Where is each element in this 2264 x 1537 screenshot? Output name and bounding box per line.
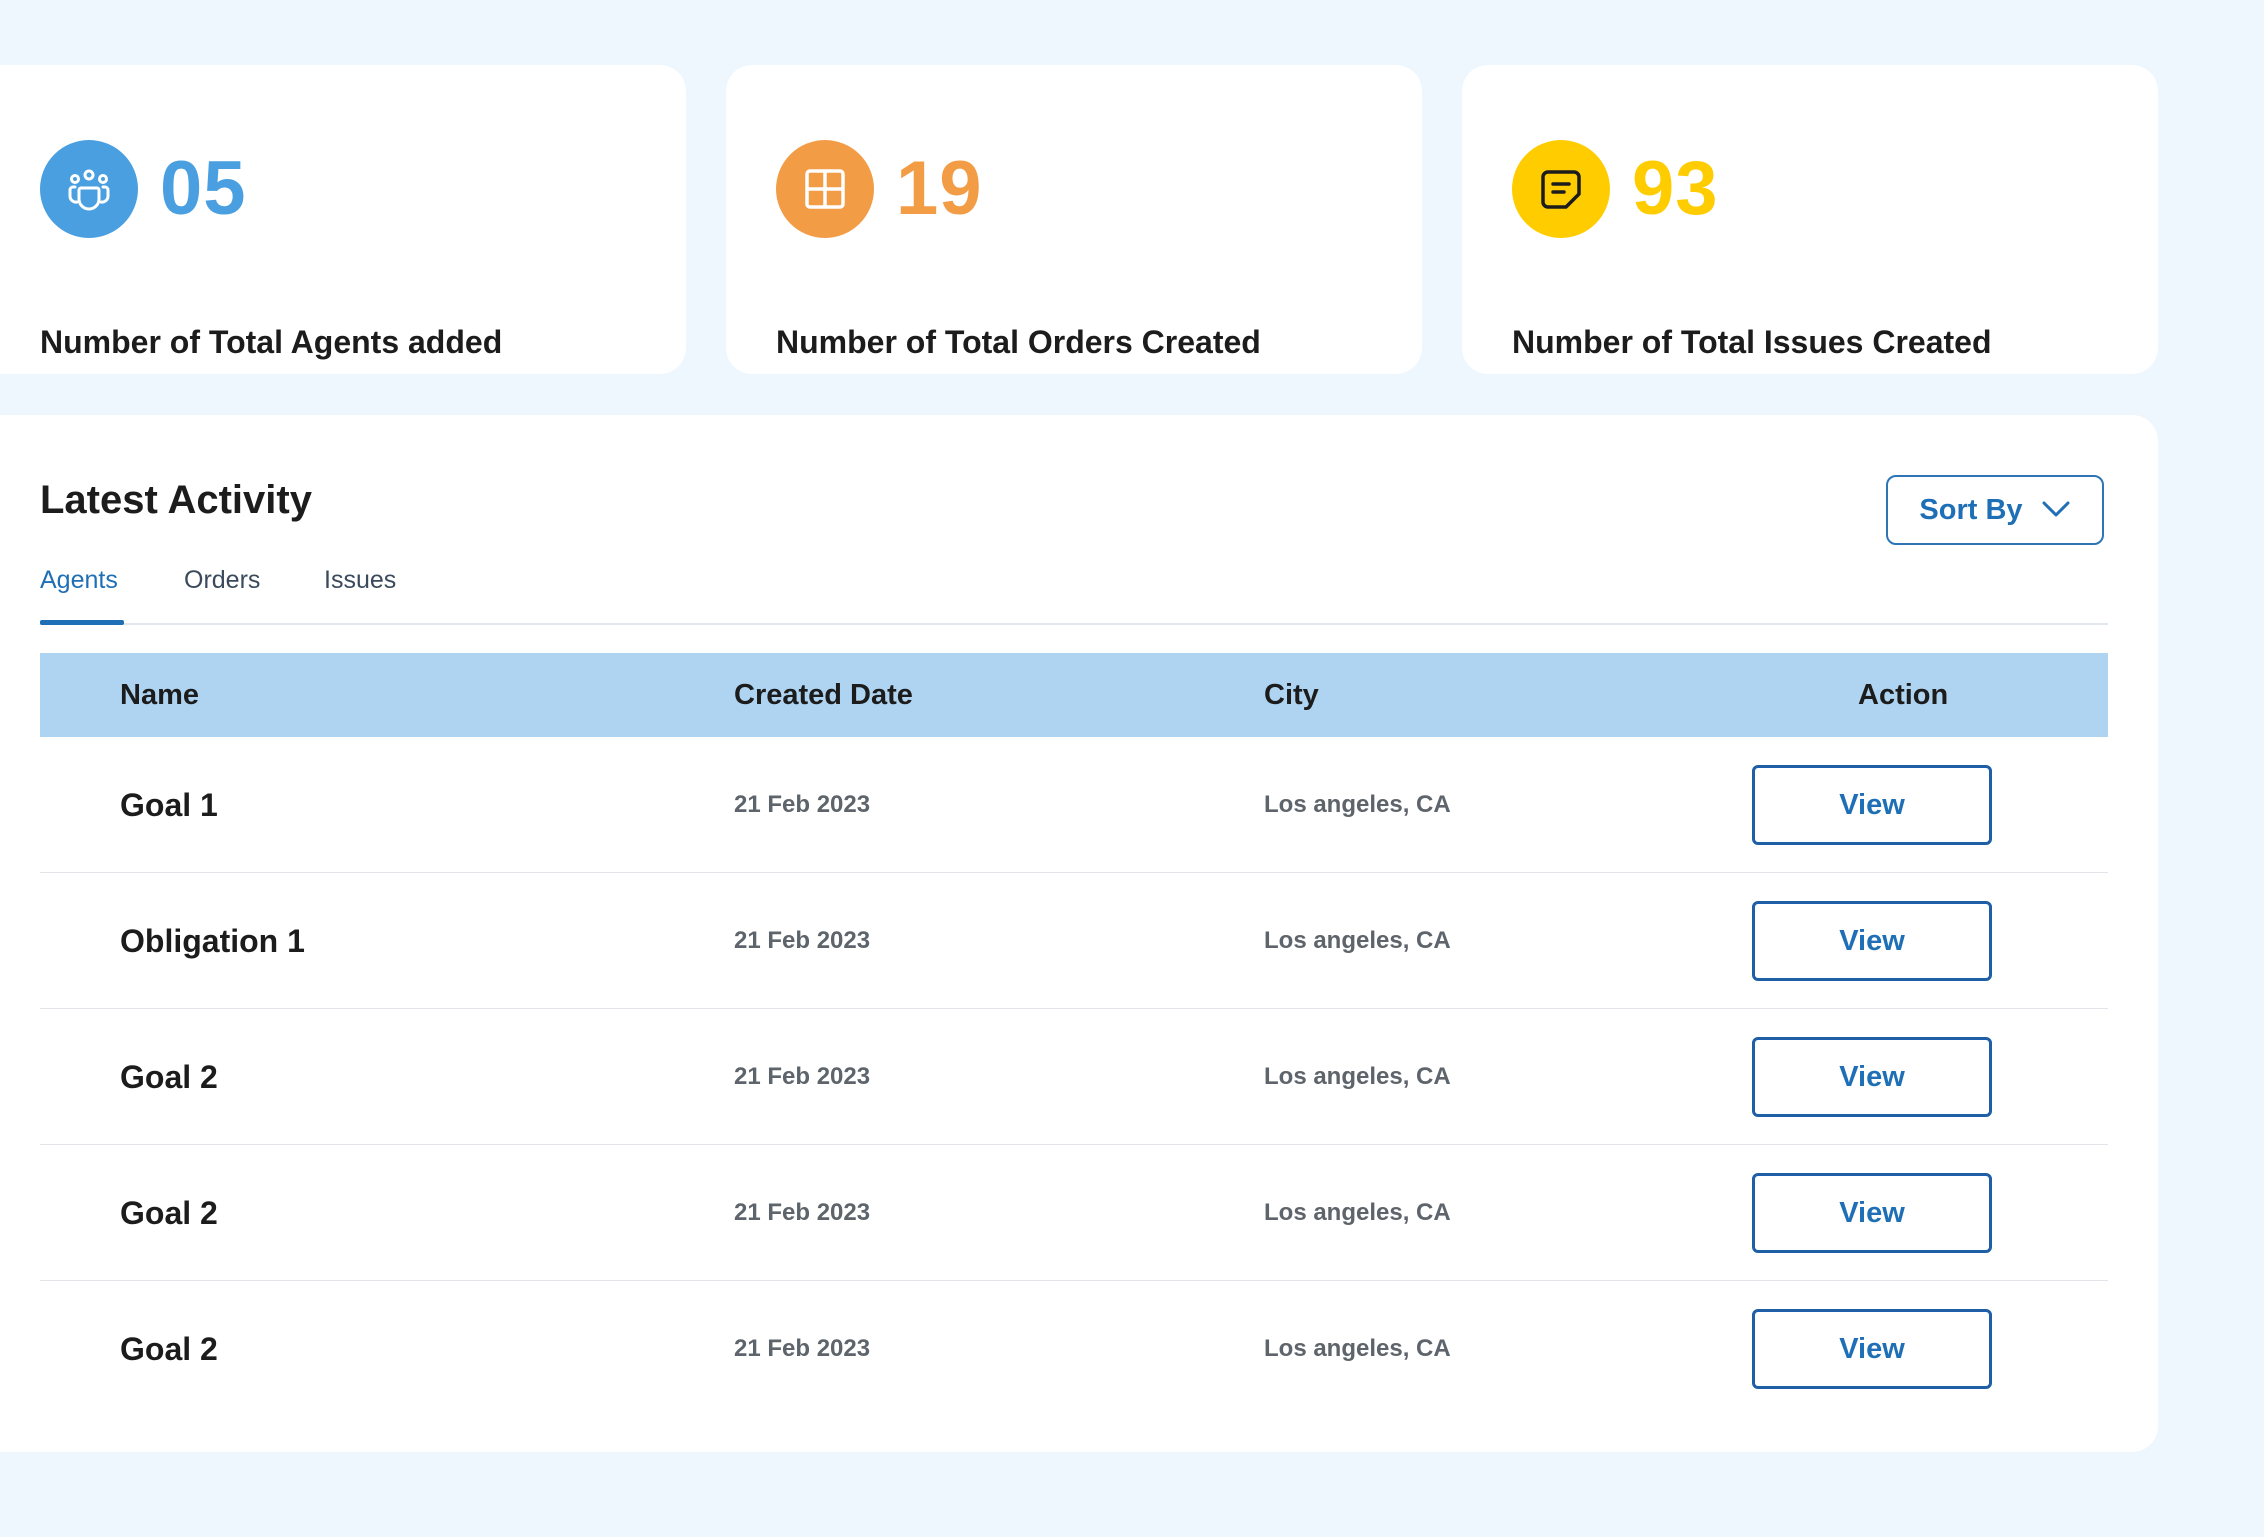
row-name: Goal 2 bbox=[120, 1059, 218, 1095]
activity-tabs: Agents Orders Issues bbox=[40, 555, 2108, 625]
view-button[interactable]: View bbox=[1752, 1037, 1992, 1117]
grid-icon bbox=[776, 140, 874, 238]
users-group-icon bbox=[40, 140, 138, 238]
view-button[interactable]: View bbox=[1752, 901, 1992, 981]
column-header-action: Action bbox=[1858, 679, 1949, 711]
view-button[interactable]: View bbox=[1752, 1173, 1992, 1253]
tab-orders[interactable]: Orders bbox=[184, 555, 260, 623]
row-city: Los angeles, CA bbox=[1264, 927, 1451, 954]
activity-table: Name Created Date City Action Goal 1 21 … bbox=[40, 653, 2108, 1416]
chevron-down-icon bbox=[2041, 500, 2071, 521]
issues-count-label: Number of Total Issues Created bbox=[1512, 324, 1992, 360]
row-city: Los angeles, CA bbox=[1264, 1199, 1451, 1226]
row-created-date: 21 Feb 2023 bbox=[734, 1335, 871, 1362]
table-row: Goal 2 21 Feb 2023 Los angeles, CA View bbox=[40, 1009, 2108, 1145]
sort-by-label: Sort By bbox=[1919, 493, 2023, 526]
view-button[interactable]: View bbox=[1752, 765, 1992, 845]
column-header-created-date: Created Date bbox=[734, 679, 913, 711]
agents-count: 05 bbox=[160, 146, 247, 231]
panel-title: Latest Activity bbox=[40, 478, 312, 522]
orders-count: 19 bbox=[896, 146, 983, 231]
table-row: Goal 1 21 Feb 2023 Los angeles, CA View bbox=[40, 737, 2108, 873]
row-created-date: 21 Feb 2023 bbox=[734, 927, 871, 954]
note-icon bbox=[1512, 140, 1610, 238]
table-row: Goal 2 21 Feb 2023 Los angeles, CA View bbox=[40, 1145, 2108, 1281]
latest-activity-panel: Latest Activity Sort By Agents Orders Is… bbox=[0, 415, 2158, 1452]
row-name: Goal 2 bbox=[120, 1195, 218, 1231]
column-header-city: City bbox=[1264, 679, 1319, 711]
sort-by-button[interactable]: Sort By bbox=[1886, 475, 2104, 545]
row-created-date: 21 Feb 2023 bbox=[734, 791, 871, 818]
stat-card-issues: 93 Number of Total Issues Created bbox=[1462, 65, 2158, 374]
agents-count-label: Number of Total Agents added bbox=[40, 324, 503, 360]
row-name: Goal 2 bbox=[120, 1331, 218, 1367]
row-created-date: 21 Feb 2023 bbox=[734, 1063, 871, 1090]
tab-issues[interactable]: Issues bbox=[324, 555, 396, 623]
stat-card-agents: 05 Number of Total Agents added bbox=[0, 65, 686, 374]
view-button[interactable]: View bbox=[1752, 1309, 1992, 1389]
row-city: Los angeles, CA bbox=[1264, 791, 1451, 818]
stat-card-orders: 19 Number of Total Orders Created bbox=[726, 65, 1422, 374]
table-row: Goal 2 21 Feb 2023 Los angeles, CA View bbox=[40, 1281, 2108, 1416]
table-row: Obligation 1 21 Feb 2023 Los angeles, CA… bbox=[40, 873, 2108, 1009]
row-city: Los angeles, CA bbox=[1264, 1335, 1451, 1362]
table-header: Name Created Date City Action bbox=[40, 653, 2108, 737]
row-name: Obligation 1 bbox=[120, 923, 305, 959]
tab-agents[interactable]: Agents bbox=[40, 555, 124, 625]
row-name: Goal 1 bbox=[120, 787, 218, 823]
column-header-name: Name bbox=[120, 679, 199, 711]
issues-count: 93 bbox=[1632, 146, 1719, 231]
row-city: Los angeles, CA bbox=[1264, 1063, 1451, 1090]
orders-count-label: Number of Total Orders Created bbox=[776, 324, 1261, 360]
row-created-date: 21 Feb 2023 bbox=[734, 1199, 871, 1226]
